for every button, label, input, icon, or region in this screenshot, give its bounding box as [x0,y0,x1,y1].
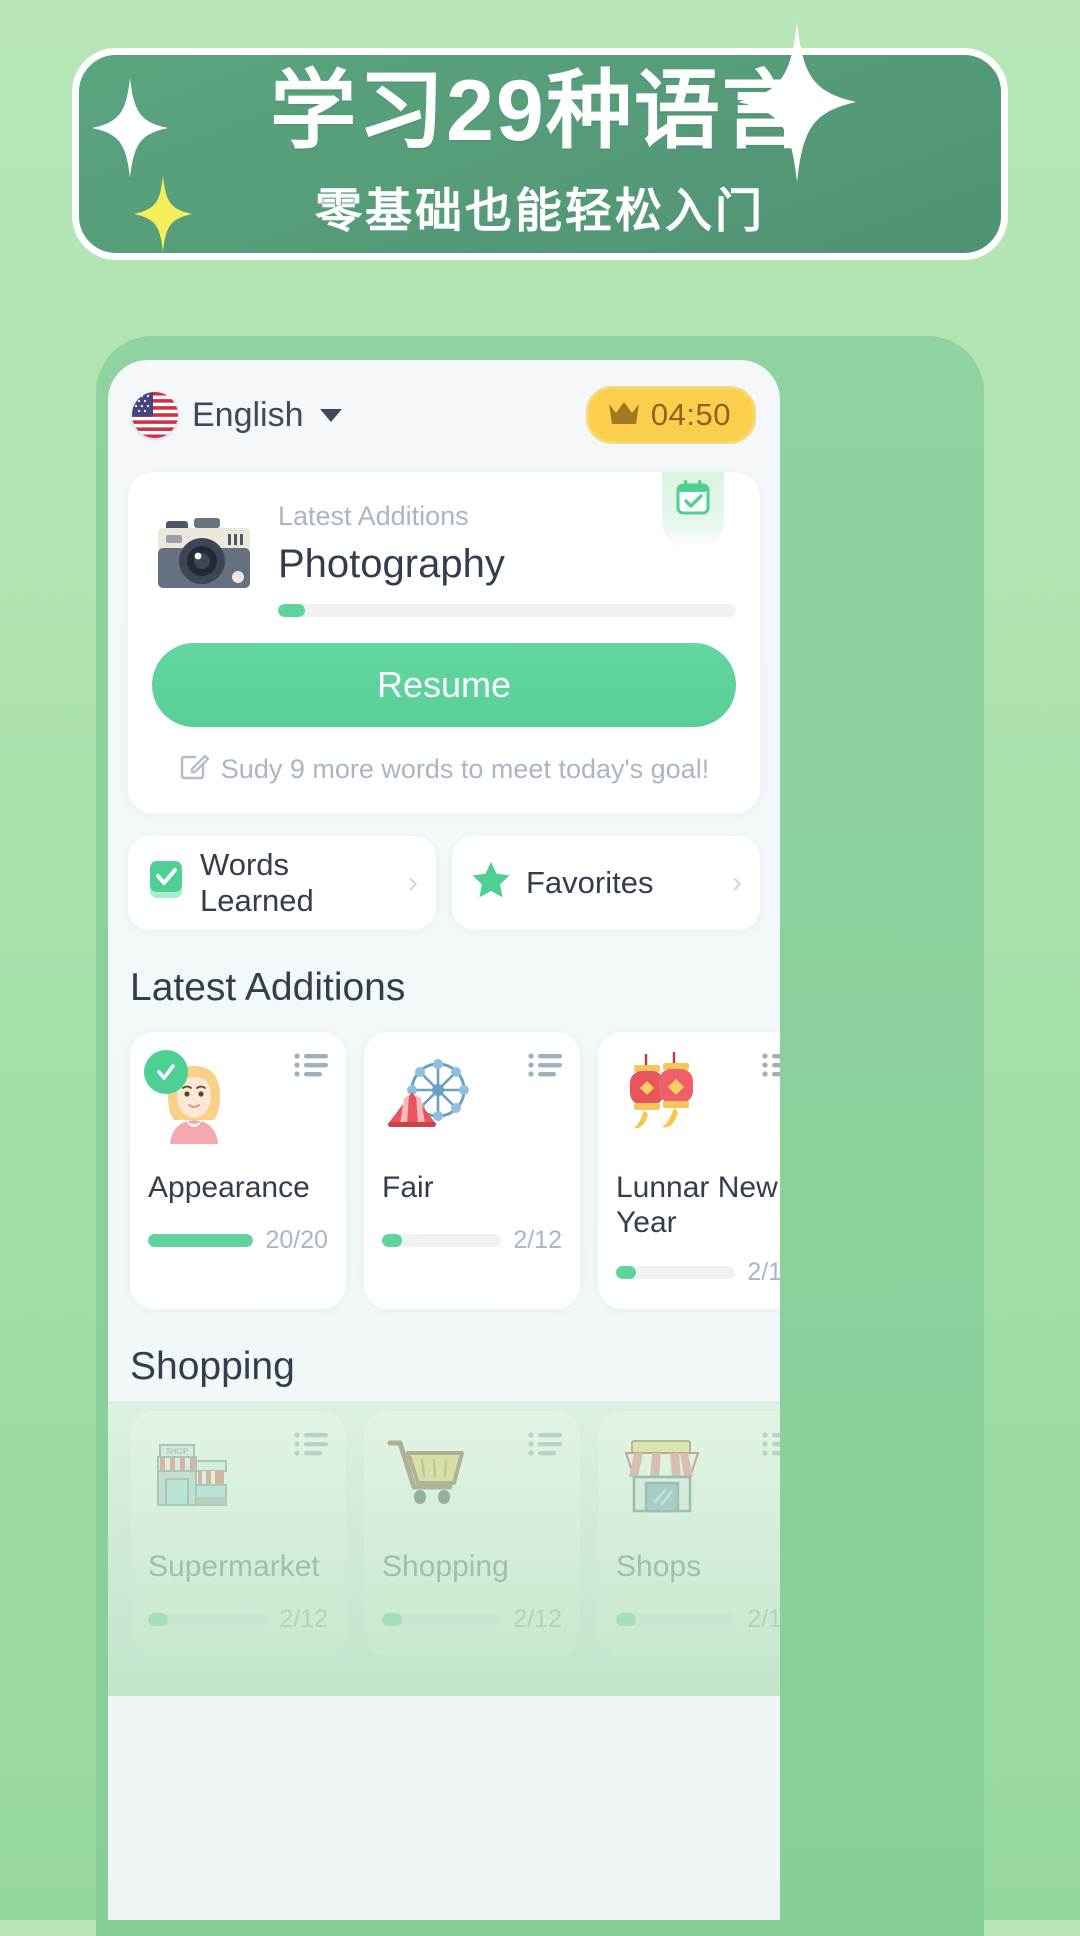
chevron-right-icon: › [408,865,418,899]
course-tile[interactable]: SHOP Supermarket 2/12 [130,1411,346,1657]
course-tile[interactable]: Appearance 20/20 [130,1031,346,1310]
course-tile-name: Lunnar New Year [616,1170,778,1240]
course-tile[interactable]: Shops 2/12 [598,1411,780,1657]
red-lanterns-icon [616,1051,708,1144]
promo-banner: 学习29种语言 零基础也能轻松入门 [72,22,1008,260]
tile-progress-track [148,1613,268,1627]
promo-banner-box: 学习29种语言 零基础也能轻松入门 [72,48,1008,260]
tile-count: 2/12 [513,1225,562,1254]
list-icon[interactable] [762,1052,780,1083]
chevron-down-icon [319,408,342,422]
tile-count: 2/12 [747,1258,780,1287]
storefront-icon: SHOP [148,1431,240,1523]
camera-icon [152,515,256,600]
list-icon[interactable] [528,1052,562,1083]
tile-progress-fill [382,1613,403,1627]
tile-progress-fill [382,1233,403,1247]
tile-progress-track [382,1233,502,1247]
ferris-wheel-icon [382,1052,474,1144]
resume-button[interactable]: Resume [152,642,736,727]
phone-screen: English 04:50 Latest Additions Photograp… [108,360,780,1920]
course-tile[interactable]: Shopping 2/12 [364,1411,580,1657]
shortcut-favorites[interactable]: Favorites › [452,835,760,930]
language-selector[interactable]: English [132,392,342,438]
section-row-latest[interactable]: Appearance 20/20 Fair 2/12 Lunnar New Ye… [130,1031,780,1310]
course-progress-track [278,603,736,617]
daily-goal-hint: Sudy 9 more words to meet today's goal! [152,751,736,788]
app-header: English 04:50 [108,360,780,444]
timer-value: 04:50 [650,397,731,432]
tile-count: 2/12 [513,1605,562,1634]
section-title-shopping: Shopping [130,1345,295,1389]
completed-check-icon [144,1049,188,1094]
daily-goal-text: Sudy 9 more words to meet today's goal! [220,753,710,784]
check-square-icon [146,858,186,907]
tile-progress-fill [616,1266,637,1280]
tile-count: 2/12 [747,1605,780,1634]
tile-progress-track [616,1266,736,1280]
promo-banner-title: 学习29种语言 [270,62,810,159]
course-tile-name: Appearance [148,1170,310,1204]
course-title: Photography [278,541,505,586]
course-progress-fill [278,603,306,617]
list-icon[interactable] [528,1431,562,1462]
section-fade-overlay: SHOP Supermarket 2/12 Shopping 2/12 Shop… [108,1401,780,1697]
star-icon [470,859,512,906]
crown-icon [607,400,641,431]
course-tile-name: Shops [616,1550,702,1584]
language-name: English [192,395,304,434]
calendar-check-icon[interactable] [662,472,724,551]
shortcut-words-learned[interactable]: Words Learned › [128,835,436,930]
tile-count: 2/12 [279,1605,328,1634]
shortcut-label: Words Learned [200,846,314,918]
tile-progress-fill [148,1613,169,1627]
tile-count: 20/20 [265,1225,328,1254]
woman-face-icon [144,1049,240,1144]
course-tile-name: Supermarket [148,1550,320,1584]
shortcut-row: Words Learned › Favorites › [128,835,760,930]
svg-text:SHOP: SHOP [166,1447,189,1456]
course-tile[interactable]: Lunnar New Year 2/12 [598,1031,780,1310]
shop-awning-icon [616,1431,708,1523]
course-tile[interactable]: Fair 2/12 [364,1031,580,1310]
list-icon[interactable] [762,1431,780,1462]
tile-progress-track [148,1233,254,1247]
list-icon[interactable] [294,1052,328,1083]
section-title-latest: Latest Additions [130,965,406,1009]
tile-progress-track [382,1613,502,1627]
chevron-right-icon: › [732,865,742,899]
shopping-cart-icon [382,1431,474,1523]
us-flag-icon [132,392,178,438]
premium-timer-badge[interactable]: 04:50 [585,386,756,444]
edit-note-icon [179,751,209,788]
current-course-card[interactable]: Latest Additions Photography Resume Sudy… [128,472,760,814]
tile-progress-fill [148,1233,254,1247]
section-row-shopping[interactable]: SHOP Supermarket 2/12 Shopping 2/12 Shop… [130,1411,780,1657]
tile-progress-track [616,1613,736,1627]
tile-progress-fill [616,1613,637,1627]
shortcut-label: Favorites [526,864,654,900]
course-tile-name: Fair [382,1170,434,1204]
promo-banner-subtitle: 零基础也能轻松入门 [315,183,765,237]
list-icon[interactable] [294,1431,328,1462]
course-tile-name: Shopping [382,1550,509,1584]
